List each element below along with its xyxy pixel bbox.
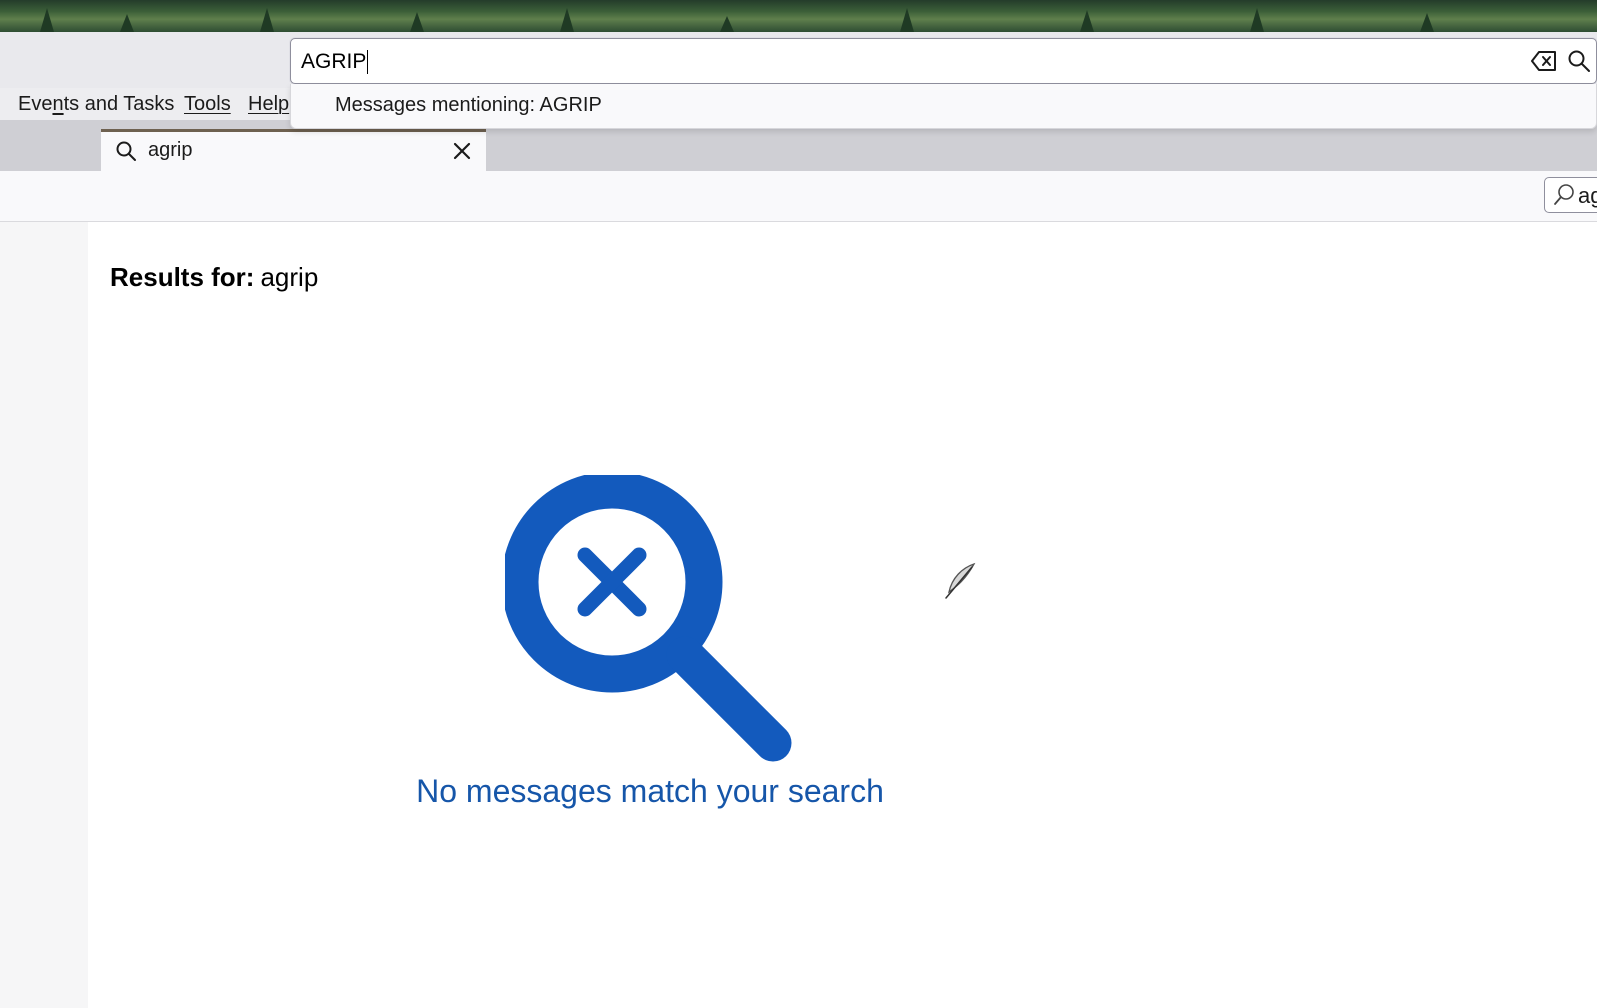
titlebar-decoration <box>260 8 274 32</box>
close-icon[interactable] <box>451 140 473 167</box>
titlebar-decoration <box>720 16 734 32</box>
window-titlebar <box>0 0 1597 32</box>
global-search-text: AGRIP <box>301 50 367 73</box>
menu-tools[interactable]: Tools <box>184 93 231 116</box>
text-caret <box>367 50 369 75</box>
menu-events-and-tasks[interactable]: Events and Tasks <box>18 93 174 116</box>
results-heading-label: Results for: <box>110 262 255 292</box>
global-search-input[interactable]: AGRIP <box>290 38 1597 84</box>
search-icon[interactable] <box>1567 49 1591 78</box>
suggestion-item[interactable]: Messages mentioning: AGRIP <box>335 94 602 117</box>
titlebar-decoration <box>120 14 134 32</box>
search-icon <box>1553 183 1575 212</box>
menu-help[interactable]: Help <box>248 93 289 116</box>
feather-icon <box>944 562 978 605</box>
titlebar-decoration <box>410 12 424 32</box>
folder-pane <box>0 222 88 1008</box>
results-heading: Results for: agrip <box>110 262 318 293</box>
quick-filter-value: ag <box>1578 183 1597 208</box>
quick-filter-search-input[interactable]: ag <box>1544 177 1597 213</box>
no-results-message: No messages match your search <box>416 773 884 809</box>
results-search-term: agrip <box>260 262 319 292</box>
titlebar-decoration <box>1250 8 1264 32</box>
menu-events-and-tasks-label: Events and Tasks <box>18 93 175 115</box>
titlebar-decoration <box>1420 13 1434 32</box>
tab-search-results[interactable]: agrip <box>101 129 486 171</box>
quick-filter-bar <box>0 171 1597 222</box>
tab-label: agrip <box>148 139 193 161</box>
global-search-value: AGRIP <box>301 50 369 75</box>
no-results-icon <box>501 471 795 770</box>
clear-input-icon[interactable] <box>1531 50 1557 77</box>
titlebar-decoration <box>560 8 574 32</box>
titlebar-decoration <box>1080 10 1094 32</box>
search-suggestions-dropdown: Messages mentioning: AGRIP <box>290 84 1597 129</box>
titlebar-decoration <box>40 8 54 32</box>
search-icon <box>115 140 137 167</box>
titlebar-decoration <box>900 8 914 32</box>
